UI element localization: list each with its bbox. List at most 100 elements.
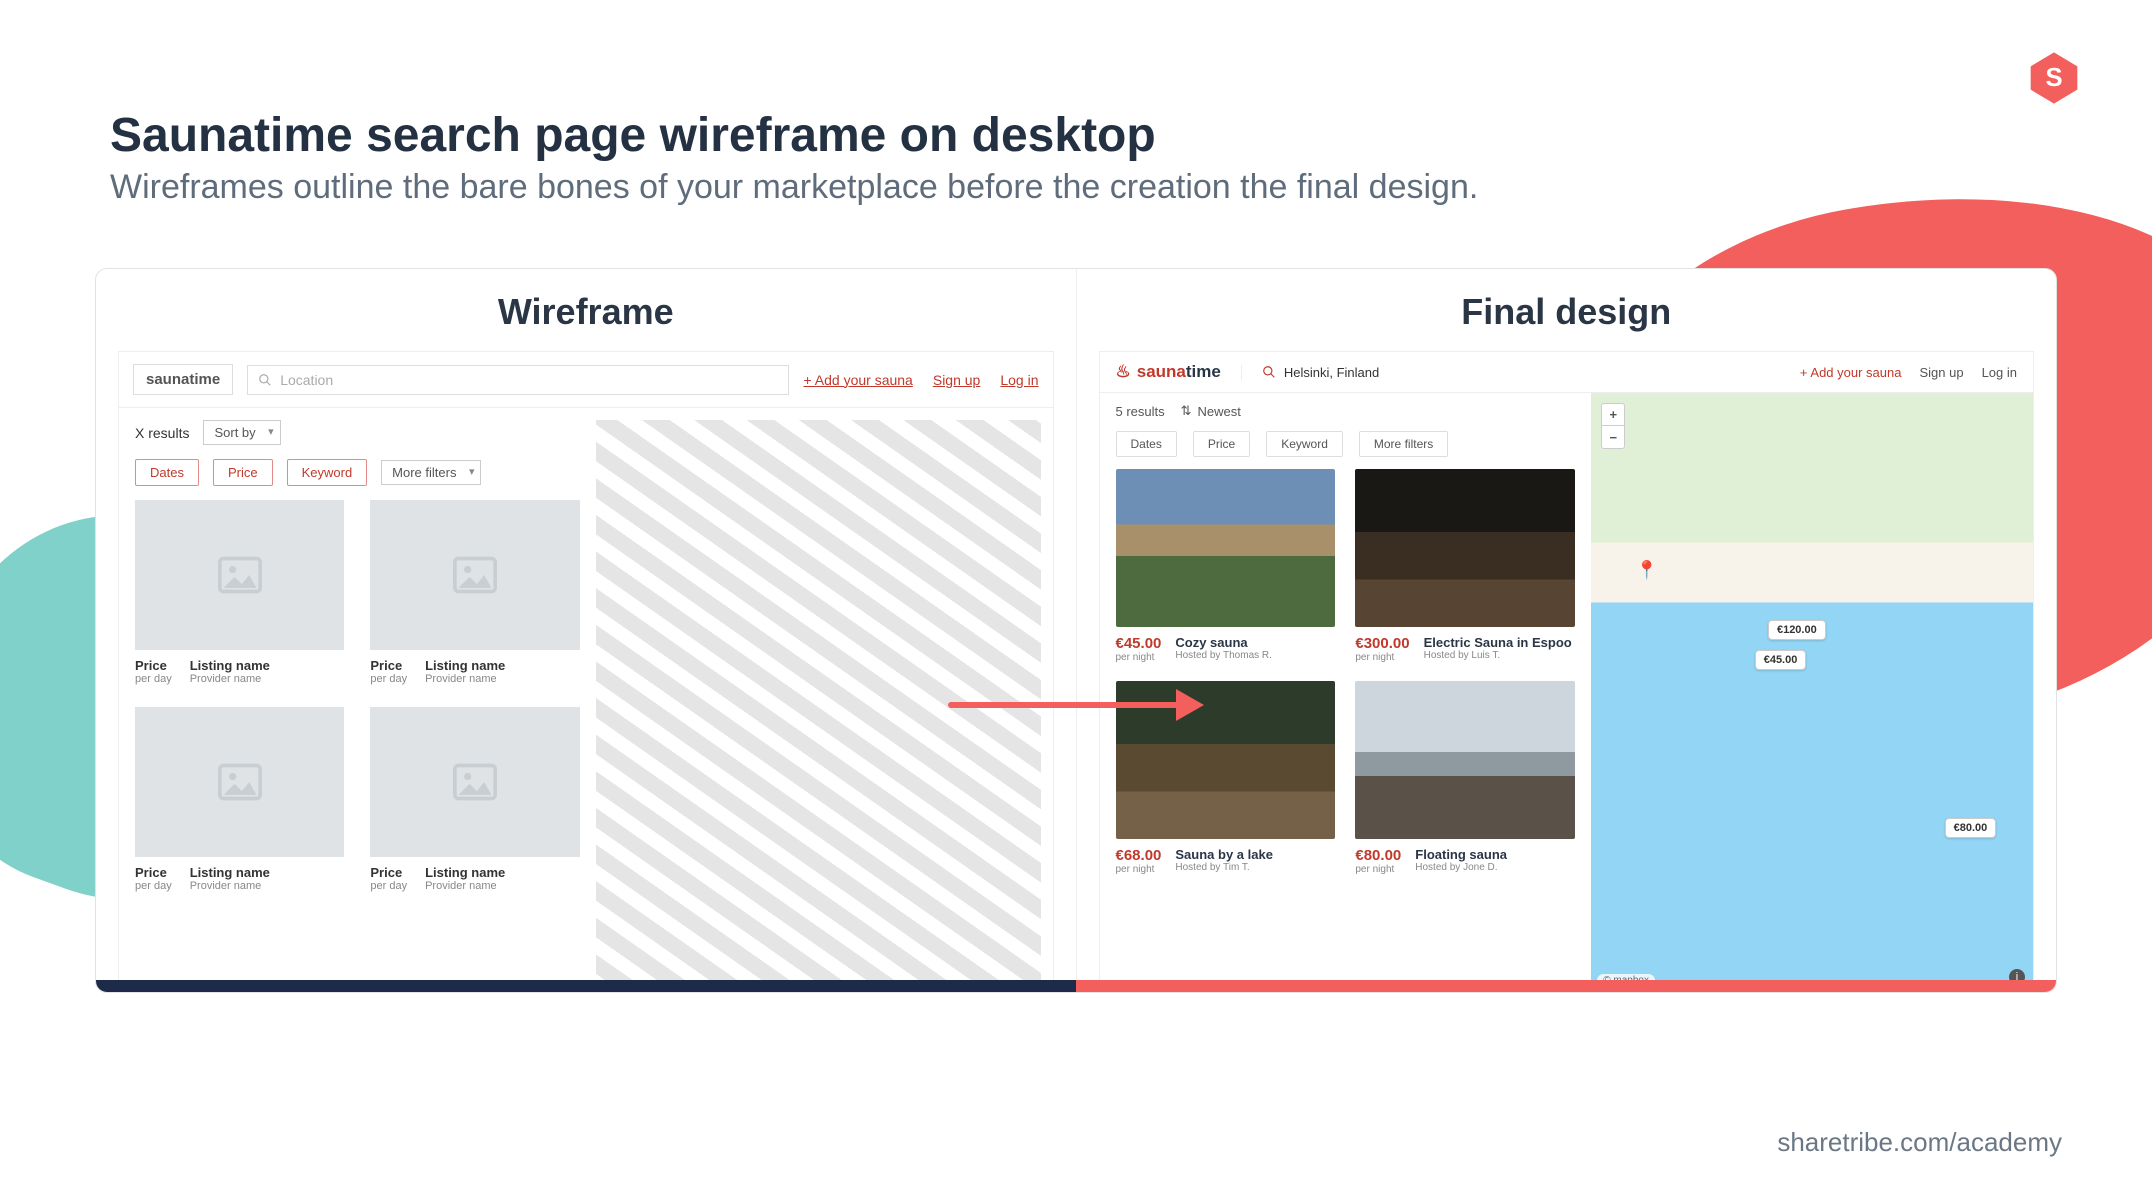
wf-price-label: Price: [370, 658, 407, 673]
footer-link[interactable]: sharetribe.com/academy: [1777, 1127, 2062, 1158]
image-placeholder-icon: [370, 500, 579, 650]
listing-photo: [1355, 469, 1575, 627]
wf-per-label: per day: [370, 673, 407, 685]
fd-add-listing-link[interactable]: + Add your sauna: [1800, 365, 1902, 380]
fd-signup-link[interactable]: Sign up: [1919, 365, 1963, 380]
wf-provider-name: Provider name: [425, 880, 505, 892]
sharetribe-logo-icon: S: [2026, 50, 2082, 106]
map-price-tag[interactable]: €45.00: [1755, 650, 1807, 670]
comparison-card: Wireframe saunatime Location + Add your …: [95, 268, 2057, 993]
wf-add-listing-link[interactable]: + Add your sauna: [803, 372, 912, 388]
fd-search-value: Helsinki, Finland: [1284, 365, 1379, 380]
fd-listing-card[interactable]: €80.00per night Floating saunaHosted by J…: [1355, 681, 1575, 875]
image-placeholder-icon: [135, 500, 344, 650]
wf-filter-price[interactable]: Price: [213, 459, 273, 486]
wf-filter-more[interactable]: More filters: [381, 460, 481, 485]
fd-sort-select[interactable]: ⇅ Newest: [1181, 403, 1241, 419]
wf-search-input[interactable]: Location: [247, 365, 789, 395]
fd-listing-card[interactable]: €300.00per night Electric Sauna in EspooH…: [1355, 469, 1575, 663]
wireframe-heading: Wireframe: [96, 291, 1076, 333]
fd-filter-dates[interactable]: Dates: [1116, 431, 1177, 457]
wf-listing-card[interactable]: Priceper day Listing nameProvider name: [370, 707, 579, 892]
map-price-tag[interactable]: €120.00: [1768, 620, 1826, 640]
fd-logo[interactable]: ♨ saunatime: [1116, 362, 1221, 382]
image-placeholder-icon: [135, 707, 344, 857]
listing-price: €300.00: [1355, 635, 1409, 652]
wf-price-label: Price: [370, 865, 407, 880]
listing-per: per night: [1116, 864, 1162, 875]
page-subtitle: Wireframes outline the bare bones of you…: [110, 168, 1478, 207]
zoom-in-button[interactable]: +: [1602, 404, 1624, 426]
wf-listing-name: Listing name: [425, 658, 505, 673]
fd-filter-keyword[interactable]: Keyword: [1266, 431, 1343, 457]
wf-price-label: Price: [135, 865, 172, 880]
wf-signup-link[interactable]: Sign up: [933, 372, 980, 388]
listing-per: per night: [1116, 652, 1162, 663]
svg-text:S: S: [2045, 64, 2062, 92]
fd-login-link[interactable]: Log in: [1982, 365, 2017, 380]
page-title: Saunatime search page wireframe on deskt…: [110, 108, 1156, 163]
wf-per-label: per day: [135, 880, 172, 892]
listing-title: Cozy sauna: [1175, 635, 1272, 650]
wf-price-label: Price: [135, 658, 172, 673]
fd-results-count: 5 results: [1116, 404, 1165, 419]
final-design-panel: Final design ♨ saunatime Helsinki, Finla…: [1077, 269, 2057, 992]
listing-host: Hosted by Luis T.: [1424, 650, 1572, 661]
final-screenshot: ♨ saunatime Helsinki, Finland + Add your…: [1099, 351, 2035, 992]
wf-topbar: saunatime Location + Add your sauna Sign…: [119, 352, 1053, 408]
fd-filter-more[interactable]: More filters: [1359, 431, 1448, 457]
wf-listing-card[interactable]: Priceper day Listing nameProvider name: [135, 500, 344, 685]
map-zoom-controls: + −: [1601, 403, 1625, 449]
wf-per-label: per day: [135, 673, 172, 685]
listing-price: €45.00: [1116, 635, 1162, 652]
listing-photo: [1355, 681, 1575, 839]
image-placeholder-icon: [370, 707, 579, 857]
wf-listing-name: Listing name: [425, 865, 505, 880]
listing-photo: [1116, 681, 1336, 839]
wf-sort-select[interactable]: Sort by: [203, 420, 280, 445]
listing-host: Hosted by Tim T.: [1175, 862, 1273, 873]
search-icon: [258, 373, 272, 387]
wf-per-label: per day: [370, 880, 407, 892]
wf-provider-name: Provider name: [190, 880, 270, 892]
listing-price: €80.00: [1355, 847, 1401, 864]
card-footer-accent: [96, 980, 2056, 992]
listing-price: €68.00: [1116, 847, 1162, 864]
flame-icon: ♨: [1116, 362, 1131, 382]
wf-listing-name: Listing name: [190, 865, 270, 880]
wireframe-screenshot: saunatime Location + Add your sauna Sign…: [118, 351, 1054, 992]
wireframe-panel: Wireframe saunatime Location + Add your …: [96, 269, 1077, 992]
wf-listing-card[interactable]: Priceper day Listing nameProvider name: [370, 500, 579, 685]
fd-topbar: ♨ saunatime Helsinki, Finland + Add your…: [1100, 352, 2034, 393]
listing-title: Electric Sauna in Espoo: [1424, 635, 1572, 650]
zoom-out-button[interactable]: −: [1602, 426, 1624, 448]
wf-filter-keyword[interactable]: Keyword: [287, 459, 368, 486]
sort-icon: ⇅: [1181, 403, 1192, 419]
wf-provider-name: Provider name: [425, 673, 505, 685]
search-icon: [1262, 365, 1276, 379]
fd-filter-price[interactable]: Price: [1193, 431, 1250, 457]
wf-map-placeholder[interactable]: [596, 420, 1041, 991]
wf-listing-name: Listing name: [190, 658, 270, 673]
listing-per: per night: [1355, 864, 1401, 875]
wf-login-link[interactable]: Log in: [1000, 372, 1038, 388]
wf-listing-card[interactable]: Priceper day Listing nameProvider name: [135, 707, 344, 892]
fd-map[interactable]: + − 📍 €120.00 €45.00 €80.00 © mapbox i: [1591, 393, 2033, 991]
listing-title: Sauna by a lake: [1175, 847, 1273, 862]
listing-host: Hosted by Thomas R.: [1175, 650, 1272, 661]
listing-host: Hosted by Jone D.: [1415, 862, 1507, 873]
map-pin-icon[interactable]: 📍: [1635, 560, 1657, 581]
listing-photo: [1116, 469, 1336, 627]
wf-results-count: X results: [135, 425, 189, 441]
map-price-tag[interactable]: €80.00: [1945, 818, 1997, 838]
final-heading: Final design: [1077, 291, 2057, 333]
wf-search-placeholder: Location: [280, 372, 333, 388]
wf-provider-name: Provider name: [190, 673, 270, 685]
fd-listing-card[interactable]: €68.00per night Sauna by a lakeHosted by …: [1116, 681, 1336, 875]
listing-per: per night: [1355, 652, 1409, 663]
wf-filter-dates[interactable]: Dates: [135, 459, 199, 486]
listing-title: Floating sauna: [1415, 847, 1507, 862]
fd-search-input[interactable]: Helsinki, Finland: [1241, 365, 1379, 380]
wf-logo[interactable]: saunatime: [133, 364, 233, 395]
fd-listing-card[interactable]: €45.00per night Cozy saunaHosted by Thoma…: [1116, 469, 1336, 663]
